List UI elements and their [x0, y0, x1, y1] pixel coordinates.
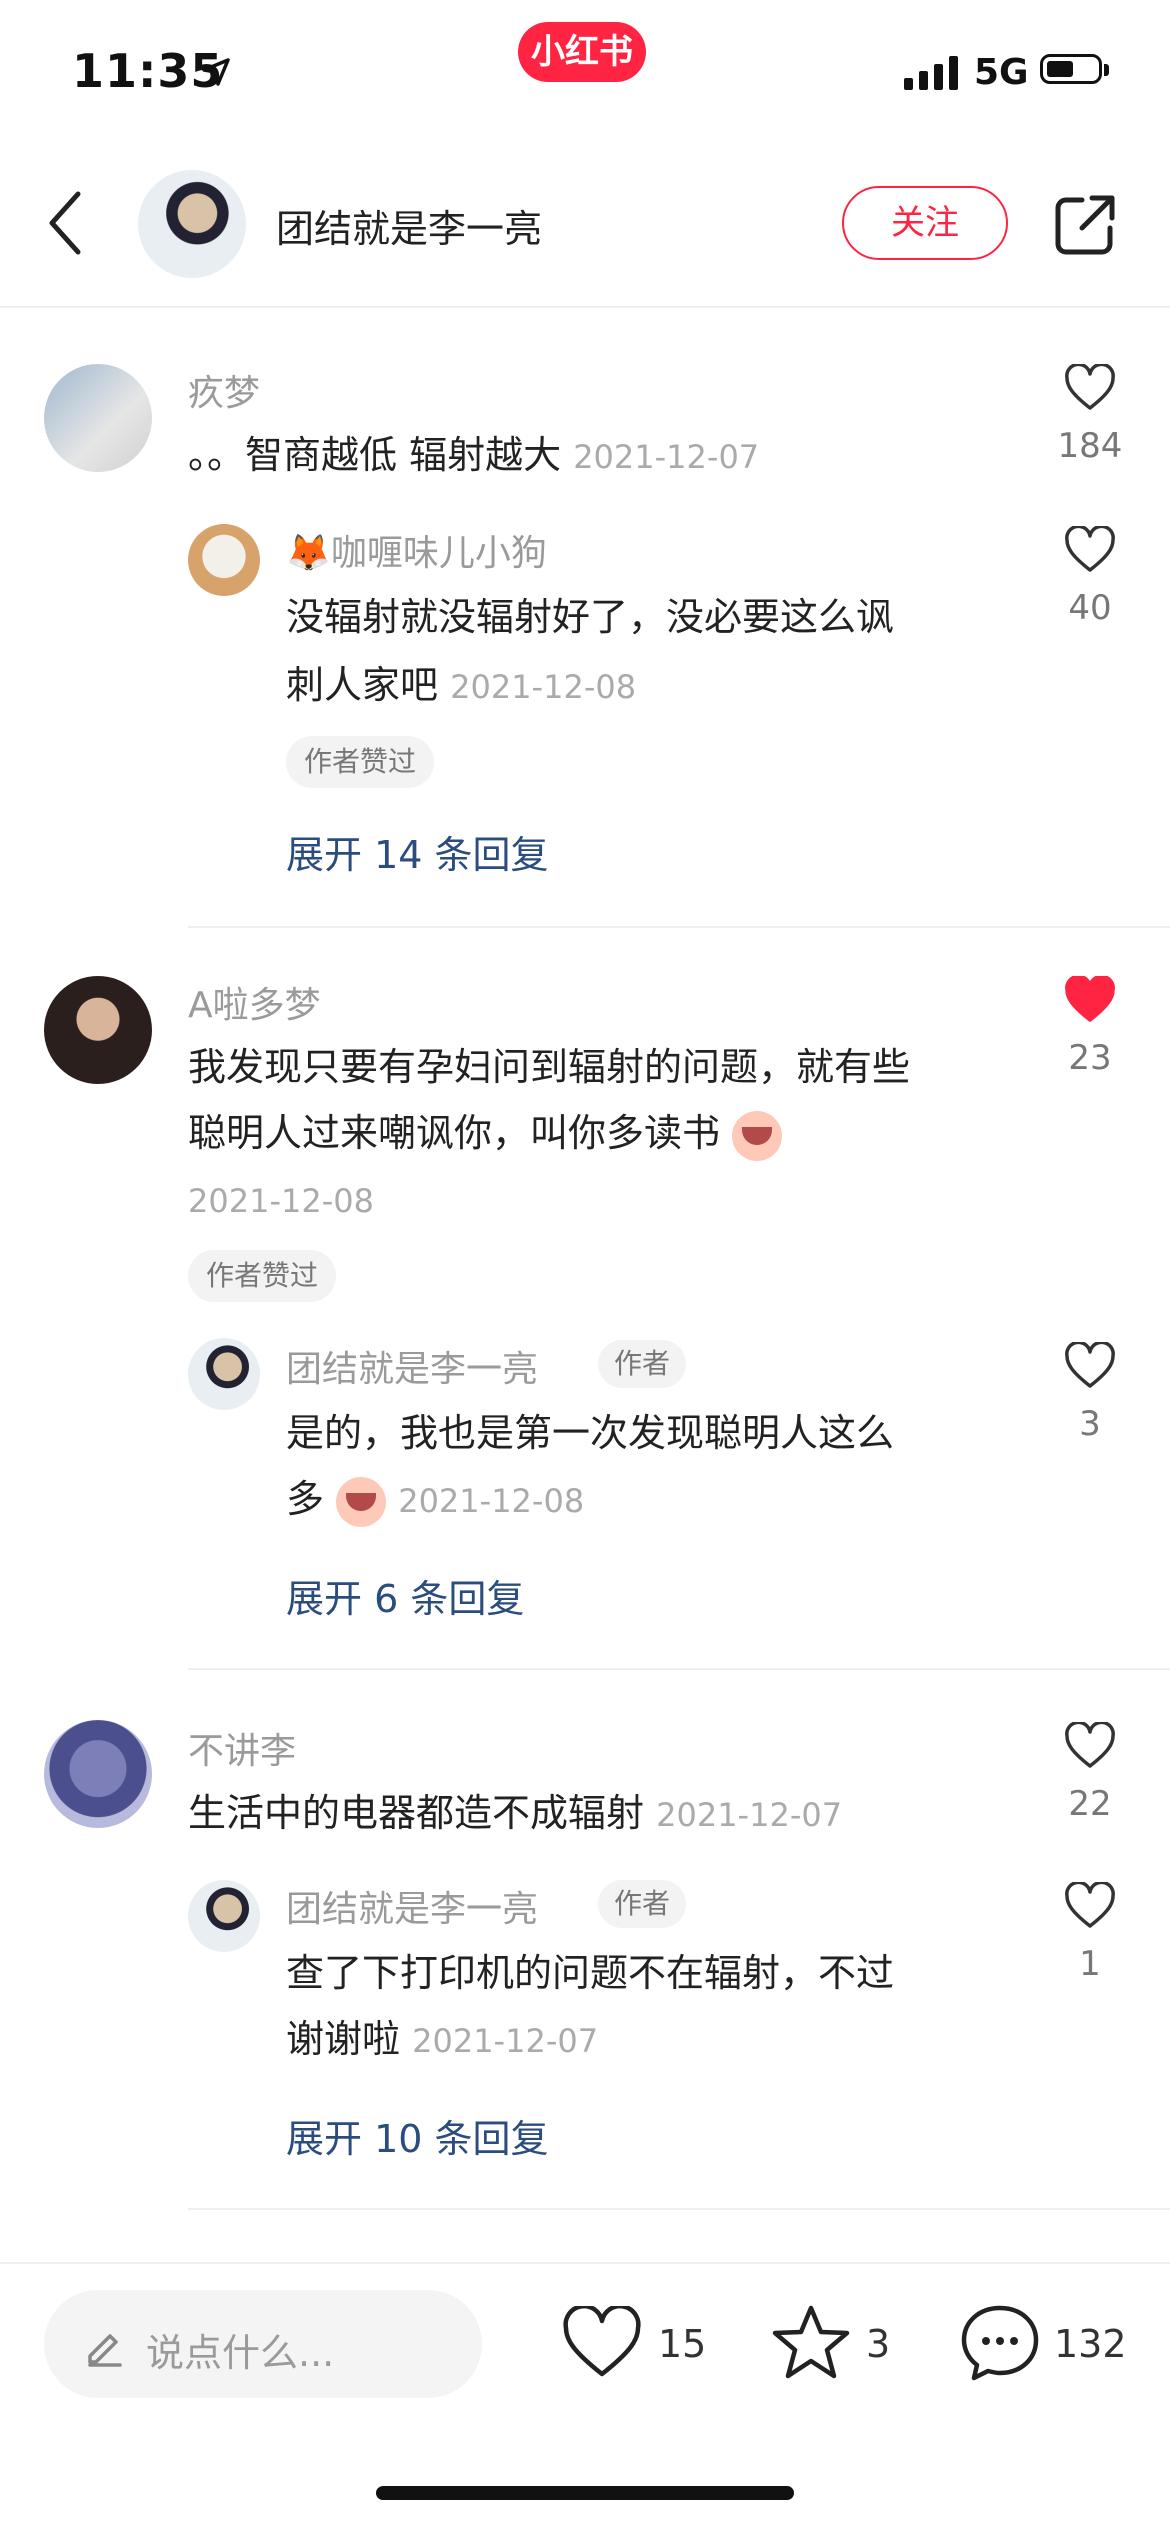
reply-text-line1: 查了下打印机的问题不在辐射，不过: [286, 1951, 895, 1995]
author-badge: 作者: [598, 1340, 687, 1388]
reply-avatar[interactable]: [188, 1338, 260, 1410]
comment-avatar[interactable]: [44, 1720, 152, 1828]
comment-divider: [188, 2208, 1170, 2210]
comment-avatar[interactable]: [44, 976, 152, 1084]
comment-text-body: 。。智商越低 辐射越大: [188, 433, 562, 477]
battery-icon: [1040, 54, 1102, 84]
like-count: 1: [1079, 1944, 1101, 1984]
like-heart-icon[interactable]: [1064, 1342, 1116, 1390]
reply-text-line2: 刺人家吧 2021-12-08: [286, 652, 636, 720]
reply-text-line1: 没辐射就没辐射好了，没必要这么讽: [286, 595, 895, 639]
author-name[interactable]: 团结就是李一亮: [276, 198, 542, 253]
like-heart-icon[interactable]: [1064, 1882, 1116, 1930]
author-liked-badge: 作者赞过: [286, 736, 435, 788]
share-icon[interactable]: [1052, 192, 1118, 258]
reply-avatar[interactable]: [188, 524, 260, 596]
like-heart-icon[interactable]: [562, 2306, 642, 2380]
reply-text-body: 多: [286, 1477, 325, 1521]
comment-username[interactable]: 疚梦: [188, 364, 260, 416]
comment-text: 生活中的电器都造不成辐射 2021-12-07: [188, 1780, 842, 1848]
reply-date: 2021-12-08: [398, 1482, 585, 1520]
reply-text-body: 刺人家吧: [286, 663, 439, 707]
author-badge: 作者: [598, 1880, 687, 1928]
comment-count: 132: [1054, 2322, 1127, 2366]
reply-username[interactable]: 🦊咖喱味儿小狗: [286, 524, 547, 576]
header-divider: [0, 306, 1170, 308]
comment-divider: [188, 1668, 1170, 1670]
comment-username[interactable]: A啦多梦: [188, 976, 321, 1028]
author-avatar[interactable]: [138, 170, 246, 278]
like-count: 184: [1057, 426, 1123, 466]
star-icon[interactable]: [770, 2302, 852, 2382]
comment-avatar[interactable]: [44, 364, 152, 472]
reply-text-body: 谢谢啦: [286, 2017, 401, 2061]
like-heart-icon[interactable]: [1064, 526, 1116, 574]
reply-date: 2021-12-08: [450, 668, 637, 706]
comment-text-body: 聪明人过来嘲讽你，叫你多读书: [188, 1111, 721, 1155]
reply-avatar[interactable]: [188, 1880, 260, 1952]
reply-username[interactable]: 团结就是李一亮: [286, 1340, 538, 1392]
expand-replies-link[interactable]: 展开 14 条回复: [286, 824, 549, 879]
follow-button[interactable]: 关注: [842, 186, 1008, 260]
back-chevron-icon[interactable]: [44, 190, 84, 256]
bottom-bar-divider: [0, 2262, 1170, 2264]
comment-divider: [188, 926, 1170, 928]
expand-replies-link[interactable]: 展开 10 条回复: [286, 2108, 549, 2163]
author-liked-badge: 作者赞过: [188, 1250, 337, 1302]
like-count: 40: [1068, 588, 1112, 628]
comment-username[interactable]: 不讲李: [188, 1722, 296, 1774]
location-arrow-icon: [202, 58, 230, 86]
comment-bubble-icon[interactable]: [958, 2302, 1042, 2384]
reply-username[interactable]: 团结就是李一亮: [286, 1880, 538, 1932]
battery-tip: [1104, 64, 1109, 76]
signal-icon: [904, 56, 958, 90]
comment-text-line2: 聪明人过来嘲讽你，叫你多读书: [188, 1100, 783, 1166]
comment-text-body: 生活中的电器都造不成辐射: [188, 1791, 645, 1835]
star-count: 3: [866, 2322, 891, 2366]
comment-date: 2021-12-08: [188, 1182, 374, 1220]
crying-laugh-emoji: [336, 1476, 387, 1527]
reply-text-line2: 多 2021-12-08: [286, 1466, 584, 1534]
comment-input-placeholder[interactable]: 说点什么...: [146, 2322, 334, 2377]
reply-date: 2021-12-07: [412, 2022, 599, 2060]
comment-text: 。。智商越低 辐射越大 2021-12-07: [188, 422, 759, 490]
like-heart-icon[interactable]: [1064, 364, 1116, 412]
expand-replies-link[interactable]: 展开 6 条回复: [286, 1568, 524, 1623]
comment-date: 2021-12-07: [656, 1796, 843, 1834]
home-indicator: [376, 2486, 794, 2500]
app-brand-badge: 小红书: [518, 22, 646, 82]
like-count: 22: [1068, 1784, 1112, 1824]
comment-date: 2021-12-07: [573, 438, 760, 476]
like-count: 23: [1068, 1038, 1112, 1078]
post-like-count: 15: [658, 2322, 707, 2366]
pencil-icon: [88, 2334, 122, 2367]
comment-text-line1: 我发现只要有孕妇问到辐射的问题，就有些: [188, 1045, 911, 1089]
network-type: 5G: [974, 52, 1029, 93]
liked-heart-icon[interactable]: [1064, 976, 1116, 1024]
reply-text-line2: 谢谢啦 2021-12-07: [286, 2006, 598, 2074]
crying-laugh-emoji: [732, 1110, 783, 1161]
like-count: 3: [1079, 1404, 1101, 1444]
reply-text-line1: 是的，我也是第一次发现聪明人这么: [286, 1411, 895, 1455]
like-heart-icon[interactable]: [1064, 1722, 1116, 1770]
